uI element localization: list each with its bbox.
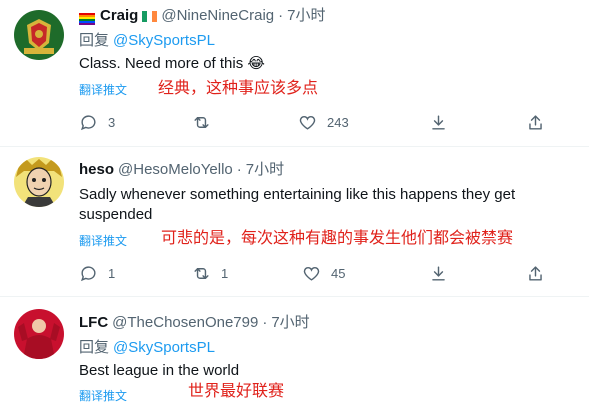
avatar[interactable] (14, 10, 64, 60)
share-icon (526, 113, 545, 132)
translation-text: 世界最好联赛 (188, 383, 285, 400)
tweet-header: Craig @NineNineCraig · 7小时 (79, 6, 325, 26)
tweet-actions: 3 243 (79, 113, 579, 133)
tweet-heso[interactable]: heso @HesoMeloYello · 7小时 Sadly whenever… (0, 147, 589, 296)
timestamp[interactable]: 7小时 (287, 6, 325, 26)
reply-icon (79, 264, 98, 283)
reply-context: 回复 @SkySportsPL (79, 338, 215, 358)
avatar[interactable] (14, 157, 64, 207)
download-icon (429, 264, 448, 283)
share-button[interactable] (526, 113, 545, 132)
tweet-header: heso @HesoMeloYello · 7小时 (79, 160, 284, 180)
tweet-text: Best league in the world (79, 362, 240, 379)
retweet-button[interactable] (192, 113, 221, 132)
translate-tweet-link[interactable]: 翻译推文 (79, 233, 127, 249)
retweet-button[interactable]: 1 (192, 264, 228, 283)
share-icon (526, 264, 545, 283)
tweet-craig[interactable]: Craig @NineNineCraig · 7小时 回复 @SkySportsP… (0, 0, 589, 146)
tweet-text: Class. Need more of this 😂 (79, 55, 265, 72)
like-count: 45 (331, 266, 346, 281)
bookmark-button[interactable] (429, 113, 448, 132)
reply-context: 回复 @SkySportsPL (79, 31, 215, 51)
reply-icon (79, 113, 98, 132)
retweet-count: 1 (221, 266, 229, 281)
bookmark-button[interactable] (429, 264, 448, 283)
timestamp[interactable]: 7小时 (246, 160, 284, 180)
tweet-text: Sadly whenever something entertaining li… (79, 186, 516, 223)
reply-prefix: 回复 (79, 32, 110, 49)
separator-dot: · (262, 314, 268, 331)
rainbow-flag-icon (79, 11, 95, 25)
like-icon (302, 264, 321, 283)
avatar[interactable] (14, 309, 64, 359)
retweet-icon (192, 264, 211, 283)
reply-mention-link[interactable]: @SkySportsPL (113, 339, 215, 356)
reply-count: 1 (108, 266, 116, 281)
like-button[interactable]: 45 (302, 264, 345, 283)
separator-dot: · (278, 7, 284, 24)
user-handle[interactable]: @HesoMeloYello (118, 160, 233, 180)
display-name[interactable]: LFC (79, 313, 108, 333)
translation-text: 经典，这种事应该多点 (158, 80, 319, 97)
user-handle[interactable]: @TheChosenOne799 (112, 313, 258, 333)
reply-count: 3 (108, 115, 116, 130)
like-button[interactable]: 243 (298, 113, 349, 132)
translation-text: 可悲的是，每次这种有趣的事发生他们都会被禁赛 (161, 230, 514, 247)
reply-button[interactable]: 3 (79, 113, 115, 132)
reply-mention-link[interactable]: @SkySportsPL (113, 32, 215, 49)
tweet-lfc[interactable]: LFC @TheChosenOne799 · 7小时 回复 @SkySportsP… (0, 297, 589, 409)
reply-prefix: 回复 (79, 339, 110, 356)
like-count: 243 (327, 115, 349, 130)
timestamp[interactable]: 7小时 (271, 313, 309, 333)
like-icon (298, 113, 317, 132)
separator-dot: · (236, 161, 242, 178)
ireland-flag-icon (142, 10, 158, 22)
translate-tweet-link[interactable]: 翻译推文 (79, 388, 127, 404)
retweet-icon (192, 113, 211, 132)
display-name[interactable]: Craig (100, 6, 138, 26)
tweet-header: LFC @TheChosenOne799 · 7小时 (79, 313, 310, 333)
display-name[interactable]: heso (79, 160, 114, 180)
share-button[interactable] (526, 264, 545, 283)
reply-button[interactable]: 1 (79, 264, 115, 283)
translate-tweet-link[interactable]: 翻译推文 (79, 82, 127, 98)
download-icon (429, 113, 448, 132)
tweet-actions: 1 1 45 (79, 264, 579, 284)
user-handle[interactable]: @NineNineCraig (161, 6, 274, 26)
